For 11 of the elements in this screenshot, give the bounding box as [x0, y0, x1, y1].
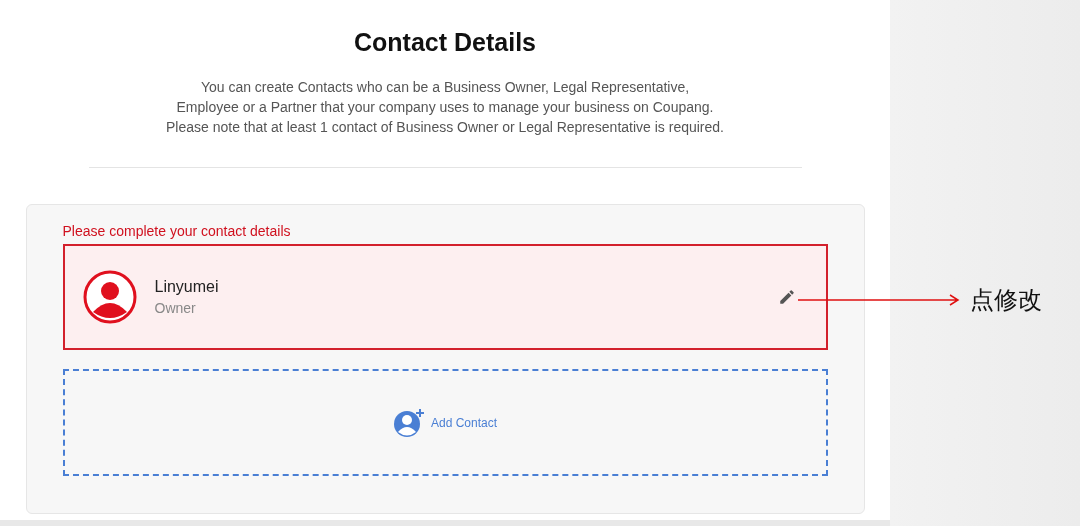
edit-icon[interactable]	[777, 288, 796, 306]
contact-card[interactable]: Linyumei Owner	[62, 244, 828, 350]
annotation-text: 点修改	[970, 285, 1042, 316]
page-title: Contact Details	[354, 28, 536, 57]
add-contact-button[interactable]: Add Contact	[62, 369, 828, 476]
contact-name: Linyumei	[154, 278, 220, 296]
avatar-icon	[82, 270, 137, 324]
add-person-icon	[392, 407, 425, 438]
contact-role: Owner	[154, 300, 197, 316]
description-text: You can create Contacts who can be a Business Owner, Legal Representative, Employee or a Partner that your company uses to manage your business on Coupang. Please note that at least 1 contact of Business Owner or Legal Representative is required.	[166, 78, 724, 137]
error-message: Please complete your contact details	[62, 223, 292, 239]
